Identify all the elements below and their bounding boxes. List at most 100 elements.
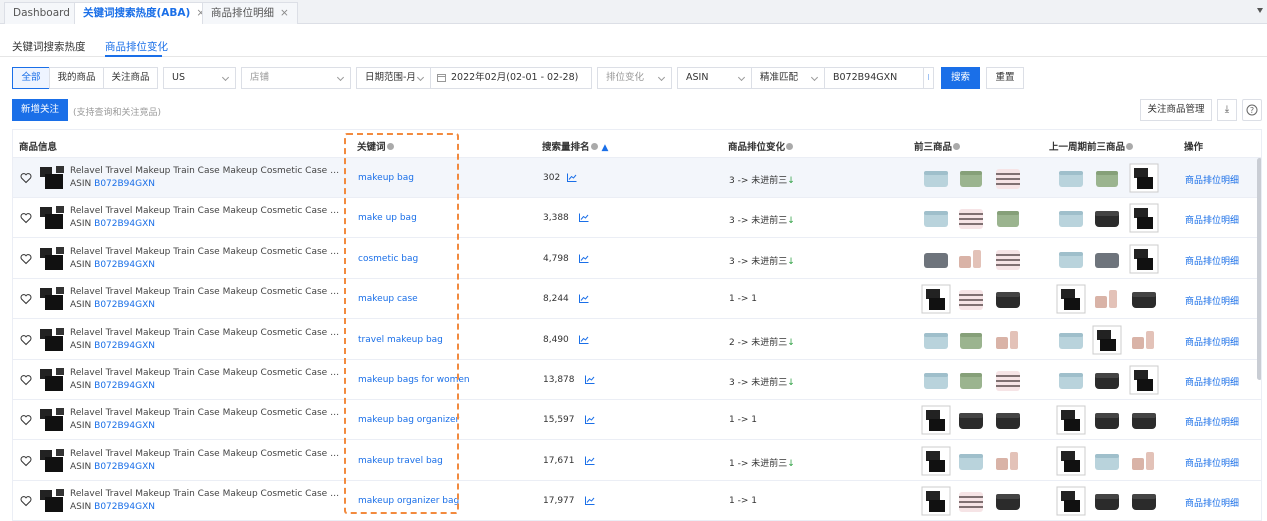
asin-link[interactable]: B072B94GXN [94, 462, 155, 472]
info-icon[interactable] [590, 143, 598, 150]
prev-top3-product-image[interactable] [1056, 203, 1086, 233]
follow-heart-icon[interactable] [20, 374, 32, 386]
prev-top3-product-image[interactable] [1092, 163, 1122, 193]
top3-product-image[interactable] [956, 446, 986, 476]
rank-detail-link[interactable]: 商品排位明细 [1185, 213, 1239, 226]
tab-dashboard[interactable]: Dashboard [4, 2, 79, 24]
info-icon[interactable] [1126, 143, 1134, 150]
more-options-icon[interactable]: ⁝ [923, 68, 933, 88]
subtab-keyword-heat[interactable]: 关键词搜索热度 [12, 39, 86, 54]
prev-top3-product-image[interactable] [1056, 446, 1086, 476]
prev-top3-product-image[interactable] [1092, 284, 1122, 314]
prev-top3-product-image[interactable] [1056, 244, 1086, 274]
match-type-select[interactable]: 精准匹配 [751, 67, 825, 89]
top3-product-image[interactable] [993, 446, 1023, 476]
rank-detail-link[interactable]: 商品排位明细 [1185, 254, 1239, 267]
asin-link[interactable]: B072B94GXN [94, 381, 155, 391]
rank-detail-link[interactable]: 商品排位明细 [1185, 415, 1239, 428]
trend-chart-icon[interactable] [579, 212, 589, 223]
prev-top3-product-image[interactable] [1129, 405, 1159, 435]
top3-product-image[interactable] [921, 446, 951, 476]
trend-chart-icon[interactable] [567, 172, 577, 182]
prev-top3-product-image[interactable] [1056, 405, 1086, 435]
top3-product-image[interactable] [921, 163, 951, 193]
follow-heart-icon[interactable] [20, 414, 32, 426]
top3-product-image[interactable] [993, 163, 1023, 193]
top3-product-image[interactable] [956, 365, 986, 395]
follow-heart-icon[interactable] [20, 455, 32, 467]
prev-top3-product-image[interactable] [1129, 365, 1159, 395]
asin-link[interactable]: B072B94GXN [94, 421, 155, 431]
rank-detail-link[interactable]: 商品排位明细 [1185, 335, 1239, 348]
prev-top3-product-image[interactable] [1056, 325, 1086, 355]
header-search-rank[interactable]: 搜索量排名 ▲ [542, 139, 608, 153]
asin-link[interactable]: B072B94GXN [94, 219, 155, 229]
top3-product-image[interactable] [993, 244, 1023, 274]
prev-top3-product-image[interactable] [1129, 486, 1159, 516]
scope-all-button[interactable]: 全部 [12, 67, 50, 89]
top3-product-image[interactable] [956, 486, 986, 516]
prev-top3-product-image[interactable] [1092, 486, 1122, 516]
follow-heart-icon[interactable] [20, 212, 32, 224]
prev-top3-product-image[interactable] [1129, 325, 1159, 355]
prev-top3-product-image[interactable] [1092, 405, 1122, 435]
asin-link[interactable]: B072B94GXN [94, 179, 155, 189]
prev-top3-product-image[interactable] [1129, 203, 1159, 233]
scope-my-products-button[interactable]: 我的商品 [49, 67, 104, 89]
asin-link[interactable]: B072B94GXN [94, 341, 155, 351]
trend-chart-icon[interactable] [585, 414, 595, 425]
top3-product-image[interactable] [921, 284, 951, 314]
reset-button[interactable]: 重置 [986, 67, 1024, 89]
vertical-scrollbar[interactable] [1257, 158, 1261, 380]
top3-product-image[interactable] [993, 284, 1023, 314]
date-picker[interactable]: 2022年02月(02-01 - 02-28) [430, 67, 592, 89]
top3-product-image[interactable] [921, 405, 951, 435]
top3-product-image[interactable] [993, 405, 1023, 435]
trend-chart-icon[interactable] [579, 293, 589, 304]
help-icon[interactable]: ? [1242, 99, 1262, 121]
sort-icon[interactable]: ▲ [602, 143, 609, 153]
dropdown-caret-icon[interactable] [1257, 8, 1263, 13]
top3-product-image[interactable] [993, 203, 1023, 233]
top3-product-image[interactable] [993, 486, 1023, 516]
prev-top3-product-image[interactable] [1092, 203, 1122, 233]
top3-product-image[interactable] [956, 325, 986, 355]
trend-chart-icon[interactable] [585, 495, 595, 506]
asin-link[interactable]: B072B94GXN [94, 300, 155, 310]
prev-top3-product-image[interactable] [1092, 325, 1122, 355]
prev-top3-product-image[interactable] [1129, 244, 1159, 274]
top3-product-image[interactable] [921, 244, 951, 274]
manage-followed-button[interactable]: 关注商品管理 [1140, 99, 1212, 121]
trend-chart-icon[interactable] [579, 253, 589, 263]
prev-top3-product-image[interactable] [1129, 284, 1159, 314]
top3-product-image[interactable] [993, 365, 1023, 395]
follow-heart-icon[interactable] [20, 172, 32, 184]
trend-chart-icon[interactable] [585, 455, 595, 465]
rank-detail-link[interactable]: 商品排位明细 [1185, 496, 1239, 509]
top3-product-image[interactable] [956, 284, 986, 314]
search-button[interactable]: 搜索 [941, 67, 980, 89]
top3-product-image[interactable] [956, 203, 986, 233]
follow-heart-icon[interactable] [20, 293, 32, 305]
add-follow-button[interactable]: 新增关注 [12, 99, 68, 121]
trend-chart-icon[interactable] [579, 334, 589, 344]
id-type-select[interactable]: ASIN [677, 67, 752, 89]
info-icon[interactable] [786, 143, 794, 150]
rank-detail-link[interactable]: 商品排位明细 [1185, 456, 1239, 469]
info-icon[interactable] [953, 143, 961, 150]
marketplace-select[interactable]: US [163, 67, 236, 89]
tab-product-rank-detail[interactable]: 商品排位明细 × [202, 2, 298, 24]
rank-detail-link[interactable]: 商品排位明细 [1185, 294, 1239, 307]
top3-product-image[interactable] [921, 325, 951, 355]
prev-top3-product-image[interactable] [1092, 244, 1122, 274]
follow-heart-icon[interactable] [20, 495, 32, 507]
prev-top3-product-image[interactable] [1056, 486, 1086, 516]
asin-link[interactable]: B072B94GXN [94, 260, 155, 270]
top3-product-image[interactable] [993, 325, 1023, 355]
tab-keyword-heat[interactable]: 关键词搜索热度(ABA) × [74, 2, 215, 24]
rank-change-select[interactable]: 排位变化 [597, 67, 672, 89]
scope-followed-button[interactable]: 关注商品 [103, 67, 158, 89]
follow-heart-icon[interactable] [20, 334, 32, 346]
top3-product-image[interactable] [921, 486, 951, 516]
date-range-type-select[interactable]: 日期范围-月 [356, 67, 431, 89]
